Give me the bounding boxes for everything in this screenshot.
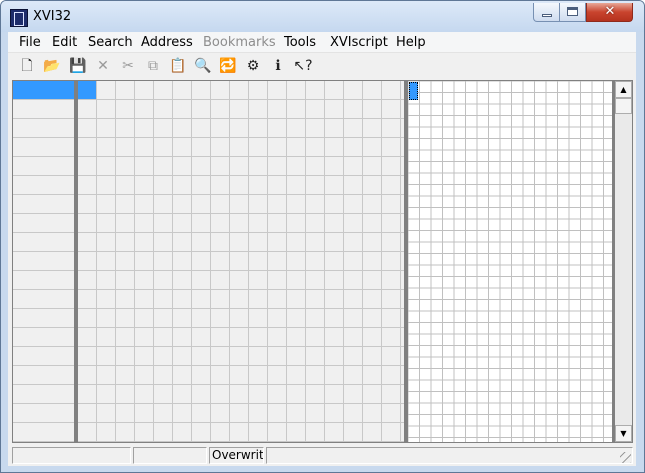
close-button[interactable]: ✕	[586, 3, 633, 22]
app-window: XVI32 ✕ File Edit Search Address Bookmar…	[0, 0, 645, 473]
status-panel-4	[266, 447, 633, 464]
menu-file[interactable]: File	[19, 35, 41, 50]
settings-icon[interactable]: ⚙	[243, 56, 263, 76]
context-help-icon[interactable]: ↖?	[293, 56, 313, 76]
scroll-thumb[interactable]	[615, 98, 632, 114]
replace-icon[interactable]: 🔁	[218, 56, 238, 76]
menu-edit[interactable]: Edit	[52, 35, 77, 50]
cut-icon[interactable]: ✂	[118, 56, 138, 76]
title-bar[interactable]: XVI32 ✕	[1, 1, 644, 32]
minimize-icon	[542, 14, 552, 17]
status-mode: Overwrit	[209, 447, 264, 464]
maximize-icon	[567, 7, 578, 16]
open-folder-icon[interactable]: 📂	[42, 56, 62, 76]
toolbar: 🗋 📂 💾 ✕ ✂ ⧉ 📋 🔍 🔁 ⚙ ℹ ↖?	[8, 53, 636, 79]
menu-bar: File Edit Search Address Bookmarks Tools…	[8, 32, 636, 53]
menu-search[interactable]: Search	[88, 35, 133, 50]
info-icon[interactable]: ℹ	[268, 56, 288, 76]
client-area: File Edit Search Address Bookmarks Tools…	[8, 32, 636, 466]
vertical-scrollbar[interactable]: ▲ ▼	[615, 81, 632, 442]
app-icon[interactable]	[10, 9, 28, 27]
menu-help[interactable]: Help	[396, 35, 426, 50]
text-cursor-cell	[409, 82, 418, 100]
save-icon[interactable]: 💾	[68, 56, 88, 76]
hex-grid[interactable]	[78, 81, 404, 442]
maximize-button[interactable]	[560, 3, 586, 22]
status-bar: Overwrit	[12, 446, 633, 465]
menu-bookmarks[interactable]: Bookmarks	[203, 35, 276, 50]
minimize-button[interactable]	[533, 3, 560, 22]
scroll-down-button[interactable]: ▼	[615, 425, 632, 442]
text-grid[interactable]	[408, 81, 612, 442]
editor-area: ▲ ▼	[12, 80, 633, 443]
window-title: XVI32	[33, 9, 72, 24]
paste-icon[interactable]: 📋	[168, 56, 188, 76]
address-selection	[13, 81, 74, 99]
copy-icon[interactable]: ⧉	[143, 56, 163, 76]
status-panel-1	[12, 447, 131, 464]
menu-tools[interactable]: Tools	[284, 35, 316, 50]
scroll-up-button[interactable]: ▲	[615, 81, 632, 98]
resize-grip-icon[interactable]	[620, 452, 631, 463]
address-column[interactable]	[13, 81, 74, 442]
hex-cursor-cell	[78, 81, 96, 99]
menu-address[interactable]: Address	[141, 35, 193, 50]
search-icon[interactable]: 🔍	[193, 56, 213, 76]
status-panel-2	[133, 447, 207, 464]
close-icon: ✕	[604, 4, 616, 19]
new-file-icon[interactable]: 🗋	[17, 56, 37, 76]
delete-icon[interactable]: ✕	[93, 56, 113, 76]
menu-xviscript[interactable]: XVIscript	[330, 35, 388, 50]
